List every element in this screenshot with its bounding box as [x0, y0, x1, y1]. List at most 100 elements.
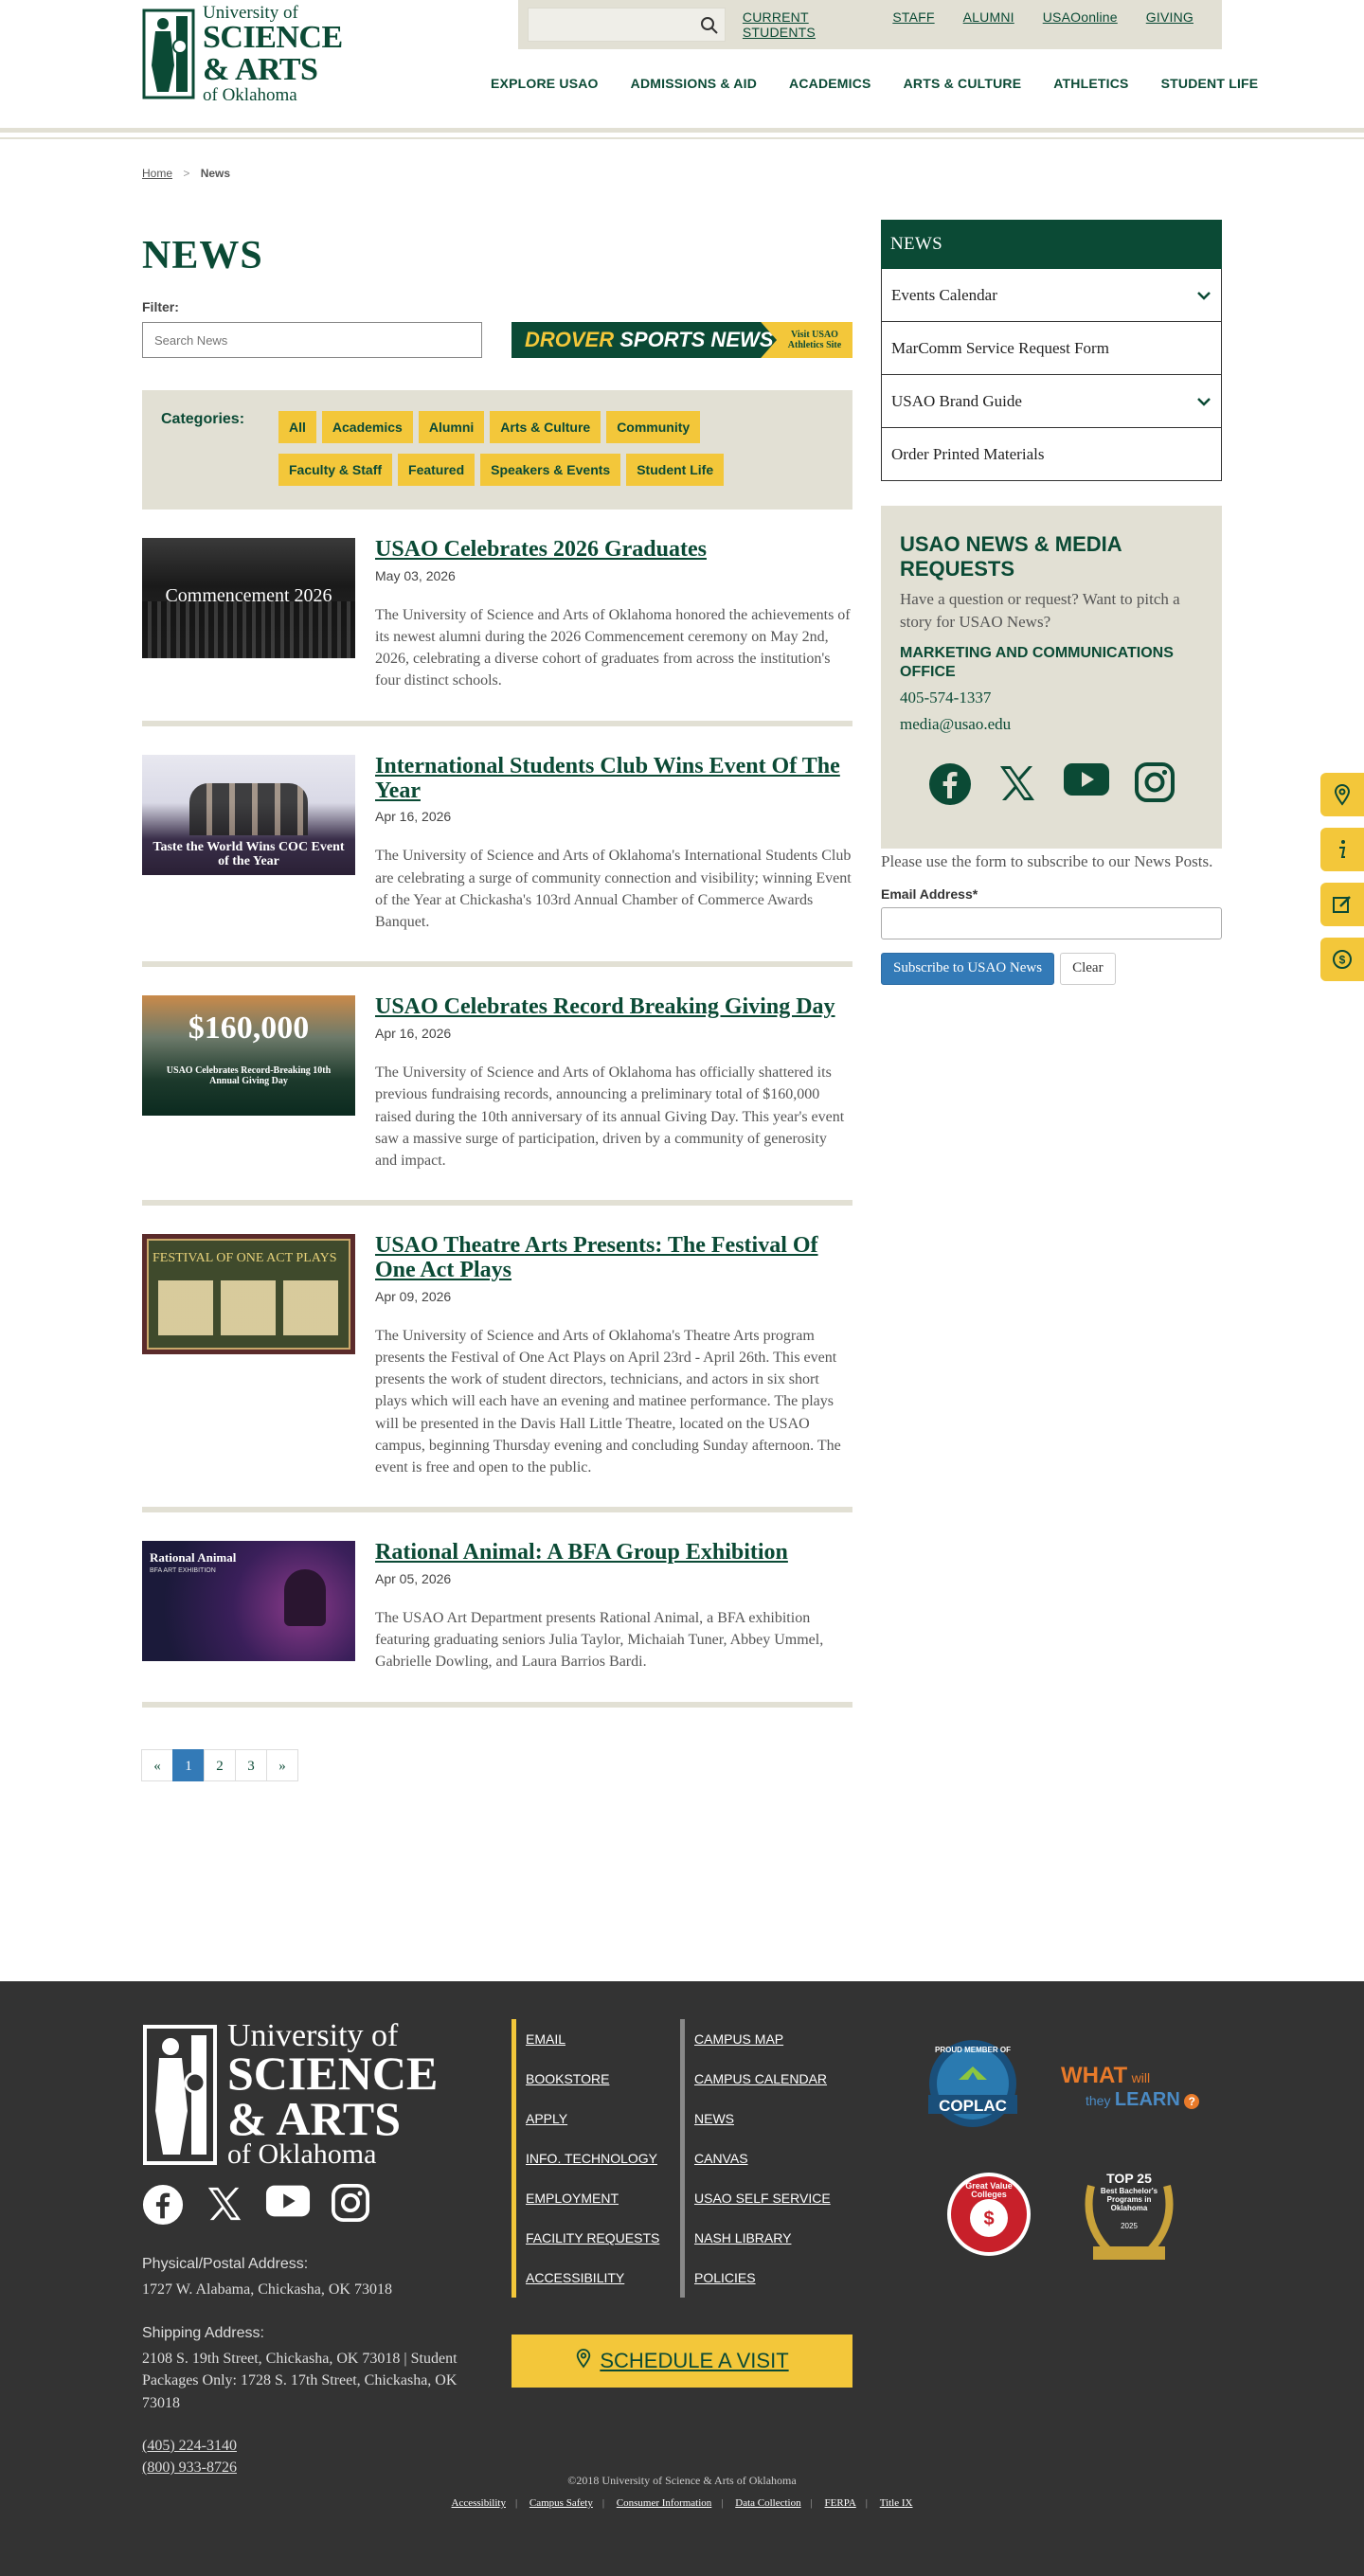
youtube-icon[interactable] [265, 2184, 311, 2230]
what-will-they-learn-badge[interactable]: WHAT will they LEARN ? [1061, 2063, 1222, 2110]
site-search-input[interactable] [529, 9, 699, 41]
nav-academics[interactable]: ACADEMICS [789, 76, 871, 91]
instagram-icon[interactable] [1135, 761, 1175, 811]
footer-link-campus-map[interactable]: CAMPUS MAP [694, 2019, 831, 2059]
clear-button[interactable]: Clear [1060, 952, 1116, 985]
footer-socials [142, 2184, 369, 2230]
toplink-usaoonline[interactable]: USAOonline [1043, 9, 1118, 40]
footer-link-campus-calendar[interactable]: CAMPUS CALENDAR [694, 2059, 831, 2099]
legal-link-consumer-info[interactable]: Consumer Information [617, 2497, 712, 2509]
pagination-page-1[interactable]: 1 [172, 1748, 205, 1781]
category-featured[interactable]: Featured [398, 454, 476, 486]
post-thumbnail[interactable]: FESTIVAL OF ONE ACT PLAYS [142, 1234, 355, 1355]
coplac-top-text: PROUD MEMBER OF [935, 2046, 1011, 2054]
email-field[interactable] [881, 906, 1222, 939]
give-dollar-icon[interactable]: $ [1320, 938, 1364, 981]
footer-link-news[interactable]: NEWS [694, 2099, 831, 2138]
footer-link-employment[interactable]: EMPLOYMENT [526, 2178, 659, 2218]
youtube-icon[interactable] [1063, 762, 1110, 811]
category-student-life[interactable]: Student Life [626, 454, 725, 486]
legal-link-data-collection[interactable]: Data Collection [735, 2497, 800, 2509]
chevron-down-icon[interactable] [1196, 392, 1211, 411]
footer-link-bookstore[interactable]: BOOKSTORE [526, 2059, 659, 2099]
facebook-icon[interactable] [142, 2184, 184, 2230]
footer-logo-line2: SCIENCE [227, 2047, 439, 2101]
chevron-down-icon[interactable] [1196, 286, 1211, 305]
toplink-staff[interactable]: STAFF [892, 9, 934, 40]
footer-link-apply[interactable]: APPLY [526, 2099, 659, 2138]
category-academics[interactable]: Academics [321, 411, 413, 443]
post-thumbnail[interactable]: Taste the World Wins COC Event of the Ye… [142, 754, 355, 875]
category-alumni[interactable]: Alumni [418, 411, 485, 443]
footer-logo[interactable]: University of SCIENCE & ARTS of Oklahoma [142, 2019, 439, 2171]
breadcrumb-home[interactable]: Home [142, 167, 172, 180]
footer-link-info-technology[interactable]: INFO. TECHNOLOGY [526, 2138, 659, 2178]
sidebar-item-order-printed[interactable]: Order Printed Materials [881, 428, 1222, 481]
legal-link-ferpa[interactable]: FERPA [825, 2497, 856, 2509]
post-thumbnail[interactable]: Rational Animal BFA ART EXHIBITION [142, 1541, 355, 1662]
nav-explore-usao[interactable]: EXPLORE USAO [491, 76, 599, 91]
news-search-input[interactable] [142, 322, 482, 358]
media-phone[interactable]: 405-574-1337 [900, 689, 1203, 707]
logo-line2: SCIENCE [203, 20, 343, 55]
footer-link-facility-requests[interactable]: FACILITY REQUESTS [526, 2218, 659, 2258]
search-icon[interactable] [700, 16, 719, 40]
footer-link-self-service[interactable]: USAO SELF SERVICE [694, 2178, 831, 2218]
nav-athletics[interactable]: ATHLETICS [1053, 76, 1128, 91]
info-icon[interactable] [1320, 828, 1364, 871]
legal-link-title-ix[interactable]: Title IX [880, 2497, 913, 2509]
pagination-page-2[interactable]: 2 [204, 1748, 236, 1781]
category-speakers-events[interactable]: Speakers & Events [480, 454, 621, 486]
category-community[interactable]: Community [606, 411, 701, 443]
apply-edit-icon[interactable] [1320, 883, 1364, 926]
coplac-badge[interactable]: PROUD MEMBER OF COPLAC [921, 2038, 1025, 2133]
pagination-next[interactable]: » [266, 1748, 298, 1781]
footer-logo-line4: of Oklahoma [227, 2138, 377, 2171]
legal-link-campus-safety[interactable]: Campus Safety [529, 2497, 593, 2509]
category-arts-culture[interactable]: Arts & Culture [490, 411, 601, 443]
footer-link-email[interactable]: EMAIL [526, 2019, 659, 2059]
legal-link-accessibility[interactable]: Accessibility [452, 2497, 506, 2509]
subscribe-button[interactable]: Subscribe to USAO News [881, 952, 1055, 985]
footer-link-accessibility[interactable]: ACCESSIBILITY [526, 2258, 659, 2298]
great-value-colleges-badge[interactable]: $ Great Value Colleges [945, 2171, 1032, 2258]
post-title[interactable]: USAO Celebrates Record Breaking Giving D… [375, 994, 852, 1020]
post-title[interactable]: International Students Club Wins Event O… [375, 754, 852, 804]
footer-phone-1[interactable]: (405) 224-3140 [142, 2435, 483, 2457]
footer-link-canvas[interactable]: CANVAS [694, 2138, 831, 2178]
category-all[interactable]: All [278, 411, 316, 443]
sidebar-item-events-calendar[interactable]: Events Calendar [881, 269, 1222, 322]
facebook-icon[interactable] [928, 762, 972, 811]
x-twitter-icon[interactable] [205, 2184, 244, 2230]
usao-logo[interactable]: University of SCIENCE & ARTS of Oklahoma [142, 4, 360, 104]
pagination-prev[interactable]: « [141, 1748, 173, 1781]
toplink-giving[interactable]: GIVING [1146, 9, 1194, 40]
post-thumbnail[interactable]: Commencement 2026 [142, 538, 355, 658]
nav-admissions-aid[interactable]: ADMISSIONS & AID [631, 76, 757, 91]
post-title[interactable]: USAO Theatre Arts Presents: The Festival… [375, 1233, 852, 1283]
category-faculty-staff[interactable]: Faculty & Staff [278, 454, 393, 486]
post-thumbnail[interactable]: $160,000 USAO Celebrates Record-Breaking… [142, 995, 355, 1117]
visit-map-pin-icon[interactable] [1320, 773, 1364, 816]
nav-student-life[interactable]: STUDENT LIFE [1161, 76, 1259, 91]
svg-text:$: $ [1339, 954, 1346, 967]
toplink-alumni[interactable]: ALUMNI [963, 9, 1014, 40]
sidebar-item-brand-guide[interactable]: USAO Brand Guide [881, 375, 1222, 428]
sidebar-item-marcomm-form[interactable]: MarComm Service Request Form [881, 322, 1222, 375]
toplink-current-students[interactable]: CURRENT STUDENTS [743, 9, 864, 40]
footer-link-policies[interactable]: POLICIES [694, 2258, 831, 2298]
site-footer: University of SCIENCE & ARTS of Oklahoma… [0, 1981, 1364, 2576]
pagination-page-3[interactable]: 3 [235, 1748, 267, 1781]
nav-arts-culture[interactable]: ARTS & CULTURE [904, 76, 1022, 91]
post-title[interactable]: USAO Celebrates 2026 Graduates [375, 537, 852, 563]
x-twitter-icon[interactable] [996, 762, 1038, 811]
media-question: Have a question or request? Want to pitc… [900, 589, 1180, 631]
schedule-visit-button[interactable]: SCHEDULE A VISIT [512, 2334, 852, 2388]
instagram-icon[interactable] [332, 2184, 369, 2230]
top-25-badge[interactable]: TOP 25 Best Bachelor's Programs in Oklah… [1072, 2157, 1186, 2271]
media-email[interactable]: media@usao.edu [900, 715, 1203, 734]
drover-sports-news-banner[interactable]: DROVER SPORTS NEWS Visit USAO Athletics S… [512, 322, 852, 358]
post-title[interactable]: Rational Animal: A BFA Group Exhibition [375, 1540, 852, 1565]
media-office: MARKETING AND COMMUNICATIONS OFFICE [900, 645, 1174, 680]
footer-link-nash-library[interactable]: NASH LIBRARY [694, 2218, 831, 2258]
